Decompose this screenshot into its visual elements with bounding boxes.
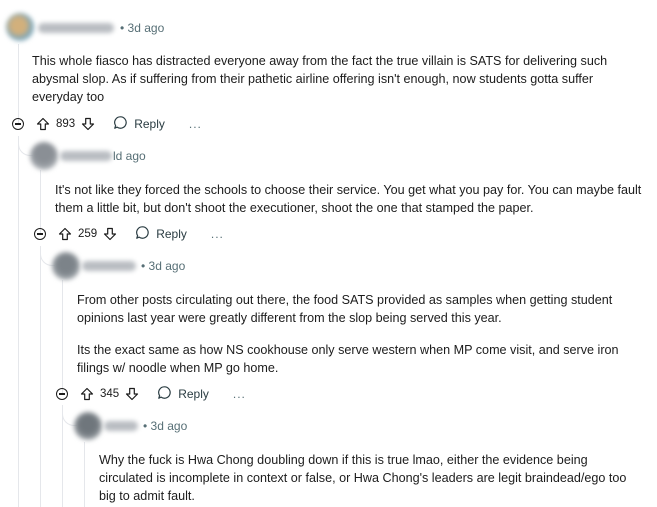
comment-icon (113, 115, 134, 133)
avatar[interactable] (74, 412, 102, 440)
comment-text: Why the fuck is Hwa Chong doubling down … (99, 453, 627, 503)
vote-count: 893 (56, 118, 76, 130)
upvote-icon[interactable] (80, 387, 94, 401)
more-options-button[interactable]: ... (189, 117, 202, 131)
more-options-button[interactable]: ... (211, 227, 224, 241)
avatar[interactable] (6, 13, 34, 41)
reply-label: Reply (134, 117, 165, 131)
thread-line[interactable] (84, 442, 85, 507)
collapse-icon[interactable] (56, 388, 68, 400)
username[interactable] (82, 261, 136, 271)
comment-body: It's not like they forced the schools to… (55, 181, 645, 217)
comment-text: It's not like they forced the schools to… (55, 183, 642, 215)
avatar[interactable] (30, 142, 58, 170)
collapse-icon[interactable] (34, 228, 46, 240)
more-options-button[interactable]: ... (233, 387, 246, 401)
collapse-icon[interactable] (12, 118, 24, 130)
downvote-icon[interactable] (81, 117, 95, 131)
comment-text: From other posts circulating out there, … (77, 293, 613, 325)
timestamp: • 3d ago (120, 21, 165, 35)
upvote-icon[interactable] (36, 117, 50, 131)
comment-actions: 893 Reply ... (12, 113, 202, 135)
timestamp: • 3d ago (143, 419, 188, 433)
avatar[interactable] (52, 252, 80, 280)
reply-button[interactable]: Reply (157, 385, 209, 403)
comment-icon (157, 385, 178, 403)
comment-icon (135, 225, 156, 243)
thread-line[interactable] (18, 44, 19, 124)
reply-button[interactable]: Reply (135, 225, 187, 243)
vote-count: 345 (100, 388, 120, 400)
comment-body: Why the fuck is Hwa Chong doubling down … (99, 451, 639, 505)
reply-label: Reply (178, 387, 209, 401)
thread-line[interactable] (40, 246, 41, 507)
username[interactable] (104, 421, 138, 431)
comment-text: This whole fiasco has distracted everyon… (32, 54, 608, 104)
comment-actions: 345 Reply ... (56, 383, 246, 405)
timestamp: ld ago (113, 149, 146, 163)
reply-label: Reply (156, 227, 187, 241)
username[interactable] (38, 23, 114, 33)
vote-count: 259 (78, 228, 98, 240)
comment-body: This whole fiasco has distracted everyon… (32, 52, 622, 106)
username[interactable] (60, 151, 112, 161)
comment-body: From other posts circulating out there, … (77, 291, 637, 377)
timestamp: • 3d ago (141, 259, 186, 273)
thread-line[interactable] (18, 136, 19, 507)
upvote-icon[interactable] (58, 227, 72, 241)
comment-text: Its the exact same as how NS cookhouse o… (77, 343, 619, 375)
reply-button[interactable]: Reply (113, 115, 165, 133)
thread-line[interactable] (62, 280, 63, 394)
comment-actions: 259 Reply ... (34, 223, 224, 245)
downvote-icon[interactable] (103, 227, 117, 241)
downvote-icon[interactable] (125, 387, 139, 401)
